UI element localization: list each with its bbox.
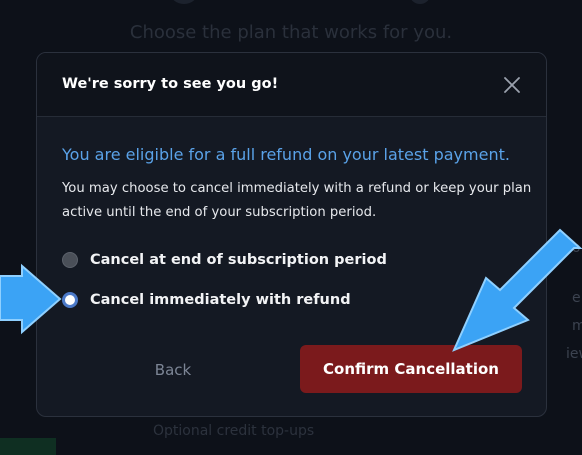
back-button[interactable]: Back xyxy=(137,358,209,382)
modal-title: We're sorry to see you go! xyxy=(62,76,279,92)
radio-button[interactable] xyxy=(62,252,78,268)
close-button[interactable] xyxy=(500,73,524,97)
option-cancel-immediately[interactable]: Cancel immediately with refund xyxy=(62,292,351,308)
refund-eligibility-headline: You are eligible for a full refund on yo… xyxy=(62,145,510,164)
option-cancel-end-of-period[interactable]: Cancel at end of subscription period xyxy=(62,252,387,268)
background-green-bar xyxy=(0,438,56,455)
background-subtitle: Choose the plan that works for you. xyxy=(129,22,453,43)
background-avatar xyxy=(410,0,430,4)
option-label: Cancel at end of subscription period xyxy=(90,252,387,268)
right-arrow-icon xyxy=(452,228,582,352)
cancellation-description: You may choose to cancel immediately wit… xyxy=(62,181,532,220)
left-arrow-icon xyxy=(0,263,62,335)
background-avatar xyxy=(170,0,198,4)
close-icon xyxy=(504,77,520,93)
option-label: Cancel immediately with refund xyxy=(90,292,351,308)
modal-header: We're sorry to see you go! xyxy=(37,53,546,117)
radio-button-selected[interactable] xyxy=(62,292,78,308)
background-bottom-text: Optional credit top-ups xyxy=(153,423,315,439)
